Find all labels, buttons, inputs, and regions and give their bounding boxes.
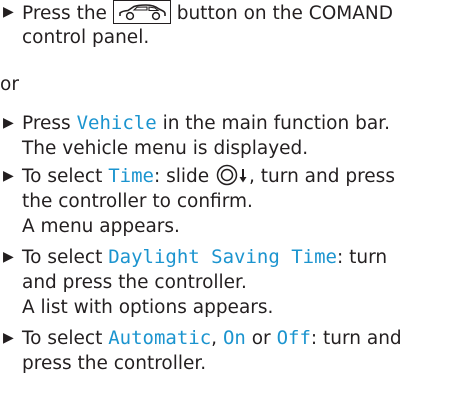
bullet-icon: ▶ <box>3 330 14 346</box>
option-off: Off <box>276 327 311 349</box>
step5-text-pre: To select <box>22 328 103 349</box>
step4-line3: A list with options appears. <box>22 297 274 318</box>
step1-line2: control panel. <box>22 27 150 48</box>
step2-text-post: in the main function bar. <box>162 113 390 134</box>
step2-text-pre: Press <box>22 113 71 134</box>
menu-item-vehicle: Vehicle <box>76 112 157 134</box>
step3-line2: the controller to confirm. <box>22 191 253 212</box>
menu-item-daylight-saving-time: Daylight Saving Time <box>108 246 337 268</box>
step5-sep2: or <box>251 328 271 349</box>
step1-text-post: button on the COMAND <box>176 3 393 24</box>
instruction-page: ▶ Press the button on the COMAND control… <box>0 0 451 407</box>
bullet-icon: ▶ <box>3 168 14 184</box>
car-button-icon <box>112 0 171 24</box>
step5-text-post: : turn and <box>310 328 402 349</box>
bullet-icon: ▶ <box>3 115 14 131</box>
menu-item-time: Time <box>108 165 154 187</box>
step2-line2: The vehicle menu is displayed. <box>22 138 309 159</box>
step4-text-post: : turn <box>337 247 388 268</box>
step1-text-pre: Press the <box>22 3 107 24</box>
step3-text-mid: : slide <box>153 166 210 187</box>
step3-line3: A menu appears. <box>22 216 180 237</box>
option-automatic: Automatic <box>108 327 212 349</box>
step3-text-post: , turn and press <box>249 166 395 187</box>
step4-line2: and press the controller. <box>22 272 247 293</box>
or-separator: or <box>0 74 19 95</box>
step3-text-pre: To select <box>22 166 103 187</box>
step4-text-pre: To select <box>22 247 103 268</box>
step5-sep1: , <box>211 328 218 349</box>
bullet-icon: ▶ <box>3 4 14 20</box>
step5-line2: press the controller. <box>22 353 207 374</box>
option-on: On <box>222 327 246 349</box>
bullet-icon: ▶ <box>3 249 14 265</box>
